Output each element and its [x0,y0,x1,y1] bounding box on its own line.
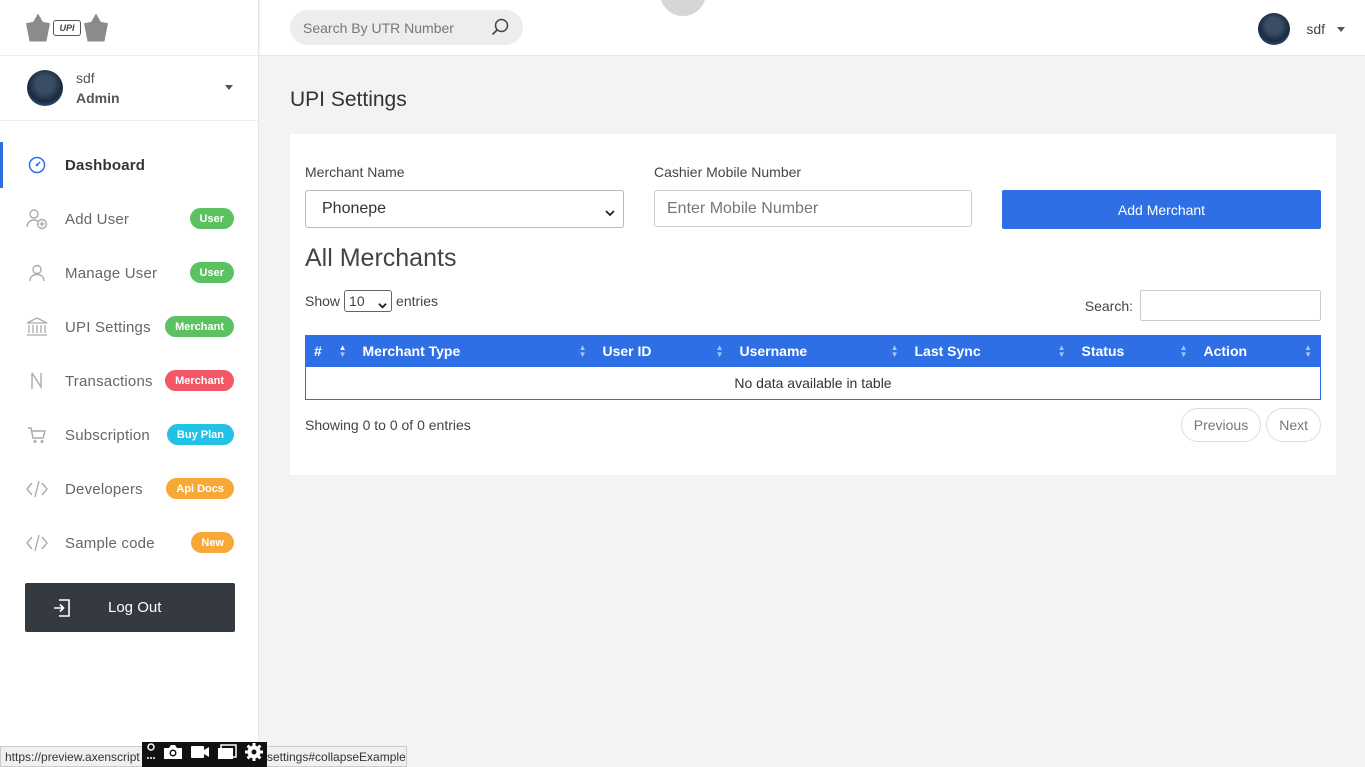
merchant-name-select[interactable]: Phonepe [305,190,624,228]
deity-logo-icon [26,13,50,42]
page-length-select[interactable]: 10 [344,290,393,312]
column-header-action[interactable]: Action ▲ ▼ [1195,335,1321,367]
deity-logo-icon [84,13,108,42]
pin-icon[interactable] [146,742,156,767]
sidebar-item-sample-code[interactable]: Sample code New [0,516,258,570]
sidebar-item-label: Developers [65,480,143,498]
chevron-down-icon[interactable] [225,85,233,90]
table-search-label: Search: [1084,297,1133,314]
utr-search [290,10,523,45]
page-length-value: 10 [349,293,365,309]
entries-label: entries [396,293,439,309]
add-user-icon [26,208,48,230]
badge-user: User [189,208,234,229]
floating-circle [660,0,706,16]
merchant-name-value: Phonepe [322,200,387,217]
chevron-down-icon [378,297,387,309]
logout-icon [53,598,71,617]
badge-buy-plan: Buy Plan [166,424,234,445]
topbar-user-menu[interactable]: sdf [1258,13,1345,45]
upi-logo-icon: UPI [53,19,81,36]
video-icon[interactable] [190,745,210,764]
sidebar-item-developers[interactable]: Developers Api Docs [0,462,258,516]
badge-new: New [191,532,234,553]
search-icon[interactable] [491,18,509,36]
speedometer-icon [26,154,48,176]
sidebar-menu: Dashboard Add User User Manage User User… [0,138,258,570]
screen-recorder-toolbar [142,742,267,767]
chevron-down-icon [605,205,615,217]
merchant-name-label: Merchant Name [305,164,405,180]
sidebar-item-label: Dashboard [65,156,146,174]
status-url-right: settings#collapseExample [267,749,406,764]
table-header-row: # ▲ ▼ Merchant Type ▲ ▼ User ID ▲ ▼ Username ▲ ▼… [305,335,1321,367]
empty-table-message: No data available in table [734,374,892,391]
badge-user: User [189,262,234,283]
sidebar-item-label: Sample code [65,534,155,552]
sidebar-item-transactions[interactable]: Transactions Merchant [0,354,258,408]
gear-icon[interactable] [244,742,264,767]
sidebar-item-manage-user[interactable]: Manage User User [0,246,258,300]
column-header-merchant-type[interactable]: Merchant Type ▲ ▼ [354,335,595,367]
logout-button[interactable]: Log Out [25,583,235,632]
add-merchant-button[interactable]: Add Merchant [1002,190,1321,229]
sidebar-item-label: UPI Settings [65,318,151,336]
topbar: sdf [260,0,1365,56]
column-header-user-id[interactable]: User ID ▲ ▼ [594,335,732,367]
page-title: UPI Settings [290,88,407,111]
topbar-user-name: sdf [1306,21,1325,37]
sidebar: UPI sdf Admin Dashboard Add User User Ma… [0,0,259,767]
badge-merchant: Merchant [165,316,234,337]
rupee-icon [26,370,48,392]
chevron-down-icon [1337,26,1345,32]
merchants-table: # ▲ ▼ Merchant Type ▲ ▼ User ID ▲ ▼ Username ▲ ▼… [305,335,1321,400]
status-url-left: https://preview.axenscript [5,749,140,764]
cart-icon [26,424,48,446]
user-role: Admin [76,90,120,106]
user-icon [26,262,48,284]
column-header-last-sync[interactable]: Last Sync ▲ ▼ [906,335,1074,367]
sidebar-item-label: Add User [65,210,130,228]
pagination: Previous Next [1180,408,1321,442]
logo: UPI [26,13,108,42]
column-header-status[interactable]: Status ▲ ▼ [1073,335,1196,367]
all-merchants-title: All Merchants [305,244,457,272]
code-icon [26,532,48,554]
sidebar-user-profile[interactable]: sdf Admin [0,56,258,121]
upi-settings-card: Merchant Name Phonepe Cashier Mobile Num… [290,134,1336,475]
sidebar-item-label: Transactions [65,372,153,390]
badge-merchant: Merchant [165,370,234,391]
table-search-input[interactable] [1140,290,1321,321]
logout-label: Log Out [108,599,162,616]
sidebar-item-label: Manage User [65,264,158,282]
user-name: sdf [76,70,95,86]
brand-logo[interactable]: UPI [0,0,258,56]
table-search: Search: [1085,290,1321,321]
sidebar-item-dashboard[interactable]: Dashboard [0,138,258,192]
user-info: sdf Admin [76,70,120,106]
utr-search-input[interactable] [303,19,483,36]
avatar [27,70,63,106]
column-header-username[interactable]: Username ▲ ▼ [731,335,907,367]
table-info: Showing 0 to 0 of 0 entries [305,417,471,433]
sidebar-item-label: Subscription [65,426,150,444]
bank-icon [26,316,48,338]
cashier-mobile-label: Cashier Mobile Number [654,164,802,180]
badge-api-docs: Api Docs [166,478,234,499]
avatar [1258,13,1291,45]
cashier-mobile-input[interactable] [654,190,972,227]
column-header-index[interactable]: # ▲ ▼ [305,335,355,367]
code-icon [26,478,48,500]
page-length-control: Show 10 entries [305,290,438,312]
camera-icon[interactable] [163,744,183,765]
window-icon[interactable] [217,744,237,765]
previous-button[interactable]: Previous [1180,408,1262,442]
show-label: Show [305,293,341,309]
sidebar-item-add-user[interactable]: Add User User [0,192,258,246]
table-row: No data available in table [306,367,1321,400]
next-button[interactable]: Next [1266,408,1321,442]
sidebar-item-subscription[interactable]: Subscription Buy Plan [0,408,258,462]
sidebar-item-upi-settings[interactable]: UPI Settings Merchant [0,300,258,354]
